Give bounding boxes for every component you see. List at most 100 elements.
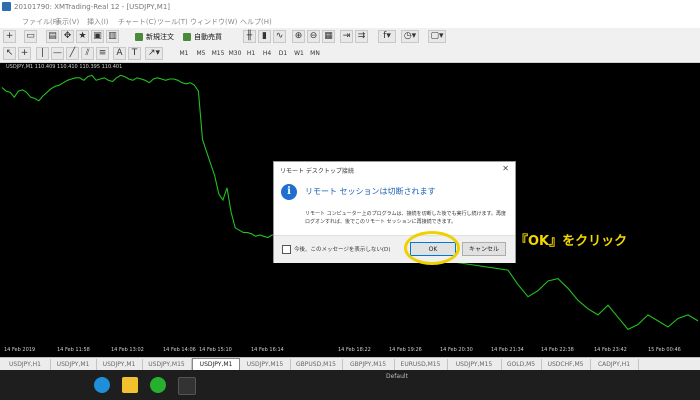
terminal-icon: ▣ bbox=[93, 31, 102, 41]
menu-view[interactable]: 表示(V) bbox=[55, 17, 79, 27]
navigator-button[interactable]: ★ bbox=[76, 30, 89, 43]
cancel-button[interactable]: キャンセル bbox=[462, 242, 506, 256]
dont-show-checkbox[interactable] bbox=[282, 245, 291, 254]
vertical-line-button[interactable]: | bbox=[36, 47, 49, 60]
vertical-line-icon: | bbox=[40, 48, 45, 58]
text-icon: A bbox=[116, 48, 123, 58]
time-tick: 14 Feb 20:30 bbox=[440, 347, 473, 353]
chart-tab[interactable]: GOLD,M5 bbox=[501, 359, 542, 370]
chart-tab[interactable]: USDJPY,M15 bbox=[447, 359, 502, 370]
trendline-icon: ╱ bbox=[69, 48, 76, 58]
cursor-icon: ↖ bbox=[5, 48, 14, 58]
chart-tab[interactable]: USDJPY,M1 bbox=[50, 359, 97, 370]
cursor-button[interactable]: ↖ bbox=[3, 47, 16, 60]
horizontal-line-icon: — bbox=[53, 48, 62, 58]
text-label-button[interactable]: T bbox=[128, 47, 141, 60]
templates-button[interactable]: ▢▾ bbox=[428, 30, 446, 43]
profiles-button[interactable]: ▭ bbox=[24, 30, 37, 43]
chart-tab-active[interactable]: USDJPY,M1 bbox=[192, 358, 240, 370]
time-tick: 14 Feb 19:26 bbox=[389, 347, 422, 353]
line-chart-icon: ∿ bbox=[275, 31, 284, 41]
menu-window[interactable]: ウィンドウ(W) bbox=[190, 17, 237, 27]
menu-chart[interactable]: チャート(C) bbox=[118, 17, 156, 27]
title-bar: 20101790: XMTrading-Real 12 - [USDJPY,M1… bbox=[0, 0, 700, 14]
file-explorer-icon[interactable] bbox=[122, 377, 138, 393]
market-watch-button[interactable]: ▤ bbox=[46, 30, 59, 43]
crosshair-button[interactable]: + bbox=[18, 47, 31, 60]
new-order-button[interactable]: 新規注文 bbox=[135, 31, 174, 43]
chart-tab[interactable]: GBPUSD,M15 bbox=[290, 359, 343, 370]
auto-trading-button[interactable]: 自動売買 bbox=[183, 31, 222, 43]
chart-tab[interactable]: USDJPY,M15 bbox=[240, 359, 291, 370]
timeframe-w1[interactable]: W1 bbox=[291, 48, 307, 59]
menu-file[interactable]: ファイル(F) bbox=[22, 17, 60, 27]
taskbar: Default bbox=[0, 370, 700, 400]
time-tick: 14 Feb 22:38 bbox=[541, 347, 574, 353]
timeframe-d1[interactable]: D1 bbox=[275, 48, 291, 59]
dont-show-label[interactable]: 今後、このメッセージを表示しない(D) bbox=[294, 245, 390, 253]
fibonacci-button[interactable]: ≡ bbox=[96, 47, 109, 60]
dialog-footer: 今後、このメッセージを表示しない(D) OK キャンセル bbox=[274, 235, 515, 263]
market-watch-icon: ▤ bbox=[48, 31, 57, 41]
xm-app-icon[interactable] bbox=[178, 377, 196, 395]
timeframe-m5[interactable]: M5 bbox=[193, 48, 209, 59]
menu-insert[interactable]: 挿入(I) bbox=[87, 17, 109, 27]
zoom-in-icon: ⊕ bbox=[294, 31, 303, 41]
chart-tab[interactable]: EURUSD,M15 bbox=[394, 359, 448, 370]
bar-chart-icon: ╫ bbox=[246, 31, 253, 41]
menu-tools[interactable]: ツール(T) bbox=[157, 17, 188, 27]
edge-icon[interactable] bbox=[94, 377, 110, 393]
horizontal-line-button[interactable]: — bbox=[51, 47, 64, 60]
bar-chart-button[interactable]: ╫ bbox=[243, 30, 256, 43]
zoom-out-icon: ⊖ bbox=[309, 31, 318, 41]
chart-tab[interactable]: USDJPY,M15 bbox=[142, 359, 192, 370]
line-app-icon[interactable] bbox=[150, 377, 166, 393]
terminal-button[interactable]: ▣ bbox=[91, 30, 104, 43]
time-tick: 14 Feb 11:58 bbox=[57, 347, 90, 353]
close-icon[interactable]: ✕ bbox=[502, 164, 509, 173]
timeframe-h1[interactable]: H1 bbox=[243, 48, 259, 59]
line-chart-button[interactable]: ∿ bbox=[273, 30, 286, 43]
time-axis: 14 Feb 2019 14 Feb 11:58 14 Feb 13:02 14… bbox=[0, 343, 700, 357]
new-chart-icon: + bbox=[5, 31, 14, 41]
click-ok-annotation: 『OK』をクリック bbox=[515, 234, 628, 249]
timeframe-mn[interactable]: MN bbox=[307, 48, 323, 59]
data-window-button[interactable]: ✥ bbox=[61, 30, 74, 43]
info-icon: i bbox=[281, 184, 297, 200]
new-chart-button[interactable]: + bbox=[3, 30, 16, 43]
arrows-button[interactable]: ↗▾ bbox=[145, 47, 163, 60]
window-title: 20101790: XMTrading-Real 12 - [USDJPY,M1… bbox=[14, 3, 170, 11]
autoscroll-button[interactable]: ⇉ bbox=[355, 30, 368, 43]
timeframe-m15[interactable]: M15 bbox=[210, 48, 226, 59]
strategy-tester-button[interactable]: ▥ bbox=[106, 30, 119, 43]
candlestick-button[interactable]: ▮ bbox=[258, 30, 271, 43]
chart-tab[interactable]: USDCHF,M5 bbox=[541, 359, 591, 370]
chart-shift-button[interactable]: ⇥ bbox=[340, 30, 353, 43]
menu-help[interactable]: ヘルプ(H) bbox=[240, 17, 272, 27]
fibonacci-icon: ≡ bbox=[98, 48, 107, 58]
chart-tab[interactable]: CADJPY,H1 bbox=[590, 359, 639, 370]
strategy-tester-icon: ▥ bbox=[108, 31, 117, 41]
chart-tab[interactable]: USDJPY,M1 bbox=[96, 359, 143, 370]
zoom-out-button[interactable]: ⊖ bbox=[307, 30, 320, 43]
timeframe-h4[interactable]: H4 bbox=[259, 48, 275, 59]
clock-icon: ◷▾ bbox=[403, 31, 417, 41]
text-button[interactable]: A bbox=[113, 47, 126, 60]
timeframe-m1[interactable]: M1 bbox=[176, 48, 192, 59]
zoom-in-button[interactable]: ⊕ bbox=[292, 30, 305, 43]
tile-windows-button[interactable]: ▦ bbox=[322, 30, 335, 43]
time-tick: 14 Feb 13:02 bbox=[111, 347, 144, 353]
dialog-message: リモート コンピューター上のプログラムは、接続を切断した後でも実行し続けます。再… bbox=[305, 211, 506, 225]
navigator-icon: ★ bbox=[78, 31, 87, 41]
time-tick: 14 Feb 18:22 bbox=[338, 347, 371, 353]
chart-tab[interactable]: GBPJPY,M15 bbox=[342, 359, 395, 370]
periods-button[interactable]: ◷▾ bbox=[401, 30, 419, 43]
indicators-button[interactable]: f▾ bbox=[378, 30, 396, 43]
chart-tab[interactable]: USDJPY,H1 bbox=[0, 359, 51, 370]
channel-button[interactable]: ⫽ bbox=[81, 47, 94, 60]
ok-highlight-ring bbox=[404, 231, 460, 265]
timeframe-m30[interactable]: M30 bbox=[227, 48, 243, 59]
chart-tabs: USDJPY,H1 USDJPY,M1 USDJPY,M1 USDJPY,M15… bbox=[0, 357, 700, 371]
trendline-button[interactable]: ╱ bbox=[66, 47, 79, 60]
tile-windows-icon: ▦ bbox=[324, 31, 333, 41]
